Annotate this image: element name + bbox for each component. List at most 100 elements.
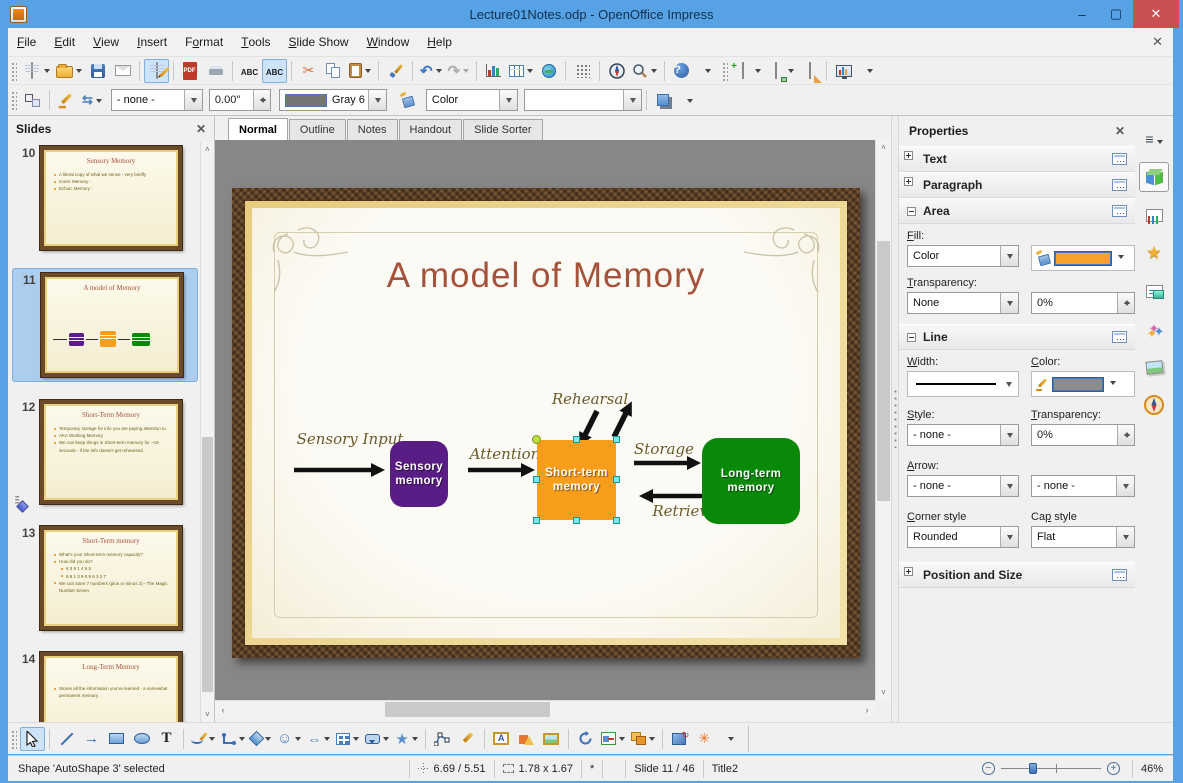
rehearsal-down-arrow[interactable] (579, 409, 600, 447)
sidebar-tab-slide-transition[interactable] (1139, 276, 1169, 306)
titlebar[interactable]: Lecture01Notes.odp - OpenOffice Impress … (0, 0, 1183, 28)
symbol-shapes-tool[interactable]: ☺ (274, 727, 304, 751)
area-fill-dialog-button[interactable] (395, 88, 420, 112)
line-style-select[interactable]: - none - (110, 89, 203, 111)
alignment-tool[interactable] (598, 727, 628, 751)
presentation-toolbar-grip[interactable] (721, 60, 729, 81)
sidebar-tab-master-pages[interactable] (1139, 200, 1169, 230)
expand-icon[interactable] (904, 150, 913, 160)
sidebar-splitter[interactable] (891, 116, 899, 722)
transparency-value-spinner[interactable]: 0% (1031, 292, 1135, 314)
shadow-button[interactable] (651, 88, 676, 112)
text-dialog-launcher-icon[interactable] (1112, 153, 1127, 165)
position-size-button[interactable] (20, 88, 45, 112)
new-document-button[interactable] (20, 59, 53, 83)
arrow-begin-select[interactable]: - none - (907, 475, 1019, 497)
scroll-down-icon[interactable]: ˅ (201, 707, 214, 722)
line-dialog-launcher-icon[interactable] (1112, 331, 1127, 343)
line-tool[interactable] (54, 727, 79, 751)
tab-outline[interactable]: Outline (288, 119, 346, 140)
drawing-toolbar-overflow[interactable] (717, 727, 742, 751)
selection-handle[interactable] (573, 436, 580, 443)
main-vertical-scrollbar[interactable]: ˄ ˅ (875, 140, 891, 700)
slide-item-14[interactable]: 14 Long-Term Memory Stores all the infor… (12, 648, 198, 722)
select-tool[interactable] (20, 726, 45, 751)
layout-name[interactable]: Title2 (712, 763, 739, 775)
autospellcheck-button[interactable]: ABC~~ (262, 58, 287, 95)
ellipse-tool[interactable] (129, 727, 154, 751)
curve-tool[interactable] (188, 727, 218, 751)
section-area[interactable]: Area (899, 198, 1135, 224)
slide-item-12[interactable]: 12 Short-Term Memory Temporary storage f… (12, 396, 198, 508)
section-line[interactable]: Line (899, 324, 1135, 350)
dropdown-icon[interactable] (1118, 254, 1124, 262)
section-paragraph[interactable]: Paragraph (899, 172, 1135, 198)
copy-button[interactable] (321, 59, 346, 83)
sidebar-tab-navigator[interactable] (1139, 390, 1169, 420)
line-color-select[interactable]: Gray 6 (278, 89, 387, 111)
area-dialog-launcher-icon[interactable] (1112, 205, 1127, 217)
section-position-and-size[interactable]: Position and Size (899, 562, 1135, 588)
edit-file-button[interactable] (144, 58, 170, 83)
selection-handle[interactable] (613, 436, 620, 443)
menu-tools[interactable]: Tools (232, 31, 279, 53)
help-button[interactable]: ? (669, 59, 694, 83)
zoom-slider[interactable] (1000, 762, 1101, 775)
tab-notes[interactable]: Notes (346, 119, 398, 140)
corner-style-select[interactable]: Rounded (907, 526, 1019, 548)
short-term-memory-box[interactable]: Short-term memory (537, 440, 616, 520)
scrollbar-thumb[interactable] (385, 702, 550, 717)
slide-design-button[interactable] (797, 59, 822, 83)
start-slideshow-button[interactable] (831, 59, 856, 83)
cap-style-select[interactable]: Flat (1031, 526, 1135, 548)
sidebar-tab-custom-animation[interactable]: ★ (1139, 238, 1169, 268)
selection-handle[interactable] (532, 435, 541, 444)
zoom-button[interactable] (629, 59, 660, 83)
rehearsal-up-arrow[interactable] (611, 401, 632, 439)
zoom-out-button[interactable]: − (981, 762, 995, 775)
transparency-type-select[interactable]: None (907, 292, 1019, 314)
block-arrows-tool[interactable]: ⇔ (304, 727, 333, 751)
line-transparency-spinner[interactable]: 0% (1031, 424, 1135, 446)
area-fill-color-picker[interactable] (1031, 245, 1135, 271)
open-button[interactable] (53, 59, 85, 83)
spellcheck-button[interactable]: ABC✓ (237, 59, 262, 96)
sidebar-tab-gallery[interactable] (1139, 352, 1169, 382)
rotate-tool[interactable] (573, 727, 598, 751)
splitter-handle[interactable] (894, 388, 897, 448)
slide-layout-button[interactable] (764, 59, 797, 83)
slide-thumbnail[interactable]: Sensory Memory A literal copy of what we… (39, 145, 183, 251)
zoom-percent[interactable]: 46% (1141, 763, 1163, 775)
basic-shapes-tool[interactable] (248, 727, 274, 751)
redo-button[interactable]: ↷ (445, 59, 473, 83)
fill-color-select[interactable] (523, 89, 642, 111)
rectangle-tool[interactable] (104, 727, 129, 751)
long-term-memory-box[interactable]: Long-term memory (702, 438, 800, 524)
arrow-line-tool[interactable]: → (79, 727, 104, 751)
from-file-tool[interactable] (539, 727, 564, 751)
paragraph-dialog-launcher-icon[interactable] (1112, 179, 1127, 191)
expand-icon[interactable] (904, 566, 913, 576)
selection-handle[interactable] (533, 476, 540, 483)
navigator-button[interactable] (604, 59, 629, 83)
standard-toolbar-overflow[interactable] (694, 59, 719, 83)
menu-edit[interactable]: Edit (45, 31, 84, 53)
connector-tool[interactable] (218, 727, 248, 751)
line-filling-overflow[interactable] (676, 88, 701, 112)
interaction-tool[interactable]: ✳ (692, 727, 717, 751)
toolbar-grip[interactable] (10, 60, 17, 81)
menu-help[interactable]: Help (418, 31, 461, 53)
scrollbar-thumb[interactable] (877, 241, 890, 501)
selection-handle[interactable] (533, 517, 540, 524)
sensory-memory-box[interactable]: Sensory memory (390, 441, 448, 507)
tab-slide-sorter[interactable]: Slide Sorter (463, 119, 543, 140)
scroll-right-icon[interactable]: › (859, 701, 875, 718)
line-width-select[interactable] (907, 371, 1019, 397)
expand-icon[interactable] (904, 176, 913, 186)
scroll-up-icon[interactable]: ˄ (201, 142, 214, 157)
arrange-tool[interactable] (628, 727, 658, 751)
section-text[interactable]: Text (899, 146, 1135, 172)
cut-button[interactable]: ✂ (296, 59, 321, 83)
presentation-toolbar-overflow[interactable] (856, 59, 881, 83)
hyperlink-button[interactable] (536, 59, 561, 83)
